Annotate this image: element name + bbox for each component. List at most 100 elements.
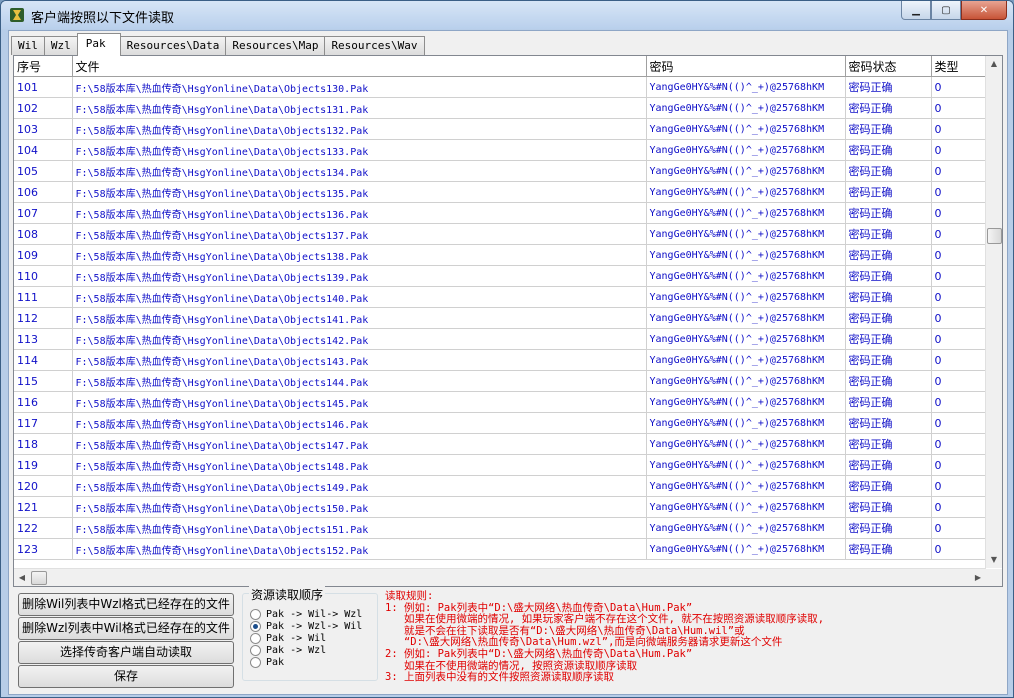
cell-file[interactable]: F:\58版本库\热血传奇\HsgYonline\Data\Objects142…: [72, 328, 647, 350]
horizontal-scroll-thumb[interactable]: [31, 571, 47, 585]
cell-type[interactable]: 0: [931, 181, 987, 203]
cell-file[interactable]: F:\58版本库\热血传奇\HsgYonline\Data\Objects134…: [72, 160, 647, 182]
table-row[interactable]: 114 F:\58版本库\热血传奇\HsgYonline\Data\Objects…: [14, 349, 987, 371]
cell-file[interactable]: F:\58版本库\热血传奇\HsgYonline\Data\Objects148…: [72, 454, 647, 476]
cell-password-status[interactable]: 密码正确: [845, 412, 932, 434]
cell-type[interactable]: 0: [931, 475, 987, 497]
cell-type[interactable]: 0: [931, 97, 987, 119]
cell-password-status[interactable]: 密码正确: [845, 97, 932, 119]
tab-wil[interactable]: Wil: [11, 36, 45, 55]
vertical-scroll-thumb[interactable]: [987, 228, 1002, 244]
cell-index[interactable]: 105: [14, 160, 73, 182]
cell-password-status[interactable]: 密码正确: [845, 454, 932, 476]
cell-file[interactable]: F:\58版本库\热血传奇\HsgYonline\Data\Objects147…: [72, 433, 647, 455]
cell-password-status[interactable]: 密码正确: [845, 370, 932, 392]
radio-selected-icon[interactable]: [250, 620, 261, 632]
cell-password-status[interactable]: 密码正确: [845, 433, 932, 455]
table-row[interactable]: 111 F:\58版本库\热血传奇\HsgYonline\Data\Objects…: [14, 286, 987, 308]
table-row[interactable]: 117 F:\58版本库\热血传奇\HsgYonline\Data\Objects…: [14, 412, 987, 434]
cell-password[interactable]: YangGe0HY&%#N(()^_+)@25768hKM: [646, 202, 846, 224]
cell-type[interactable]: 0: [931, 391, 987, 413]
table-row[interactable]: 110 F:\58版本库\热血传奇\HsgYonline\Data\Objects…: [14, 265, 987, 287]
cell-password[interactable]: YangGe0HY&%#N(()^_+)@25768hKM: [646, 307, 846, 329]
cell-type[interactable]: 0: [931, 496, 987, 518]
cell-index[interactable]: 109: [14, 244, 73, 266]
cell-password[interactable]: YangGe0HY&%#N(()^_+)@25768hKM: [646, 265, 846, 287]
cell-type[interactable]: 0: [931, 349, 987, 371]
radio-icon[interactable]: [250, 632, 261, 644]
cell-index[interactable]: 114: [14, 349, 73, 371]
select-client-auto-read-button[interactable]: 选择传奇客户端自动读取: [18, 641, 234, 664]
cell-type[interactable]: 0: [931, 538, 987, 560]
table-row[interactable]: 112 F:\58版本库\热血传奇\HsgYonline\Data\Objects…: [14, 307, 987, 329]
cell-password-status[interactable]: 密码正确: [845, 118, 932, 140]
cell-password[interactable]: YangGe0HY&%#N(()^_+)@25768hKM: [646, 496, 846, 518]
save-button[interactable]: 保存: [18, 665, 234, 688]
cell-file[interactable]: F:\58版本库\热血传奇\HsgYonline\Data\Objects144…: [72, 370, 647, 392]
cell-password[interactable]: YangGe0HY&%#N(()^_+)@25768hKM: [646, 223, 846, 245]
read-order-option-2[interactable]: Pak -> Wzl-> Wil: [250, 620, 362, 632]
vertical-scrollbar[interactable]: ▲ ▼: [985, 56, 1002, 568]
cell-type[interactable]: 0: [931, 517, 987, 539]
scroll-down-icon[interactable]: ▼: [986, 552, 1002, 568]
cell-type[interactable]: 0: [931, 244, 987, 266]
cell-password-status[interactable]: 密码正确: [845, 286, 932, 308]
scroll-right-icon[interactable]: ▶: [970, 569, 986, 586]
cell-password-status[interactable]: 密码正确: [845, 76, 932, 98]
cell-password[interactable]: YangGe0HY&%#N(()^_+)@25768hKM: [646, 391, 846, 413]
cell-password[interactable]: YangGe0HY&%#N(()^_+)@25768hKM: [646, 433, 846, 455]
cell-file[interactable]: F:\58版本库\热血传奇\HsgYonline\Data\Objects150…: [72, 496, 647, 518]
horizontal-scrollbar[interactable]: ◀ ▶: [14, 568, 986, 586]
table-row[interactable]: 123 F:\58版本库\热血传奇\HsgYonline\Data\Objects…: [14, 538, 987, 560]
cell-password[interactable]: YangGe0HY&%#N(()^_+)@25768hKM: [646, 286, 846, 308]
cell-file[interactable]: F:\58版本库\热血传奇\HsgYonline\Data\Objects141…: [72, 307, 647, 329]
cell-file[interactable]: F:\58版本库\热血传奇\HsgYonline\Data\Objects146…: [72, 412, 647, 434]
cell-type[interactable]: 0: [931, 433, 987, 455]
radio-icon[interactable]: [250, 608, 261, 620]
read-order-option-4[interactable]: Pak -> Wzl: [250, 644, 326, 656]
cell-file[interactable]: F:\58版本库\热血传奇\HsgYonline\Data\Objects138…: [72, 244, 647, 266]
cell-file[interactable]: F:\58版本库\热血传奇\HsgYonline\Data\Objects151…: [72, 517, 647, 539]
delete-wil-duplicates-button[interactable]: 删除Wil列表中Wzl格式已经存在的文件: [18, 593, 234, 616]
cell-type[interactable]: 0: [931, 223, 987, 245]
cell-index[interactable]: 103: [14, 118, 73, 140]
tab-pak[interactable]: Pak: [76, 33, 121, 56]
table-row[interactable]: 109 F:\58版本库\热血传奇\HsgYonline\Data\Objects…: [14, 244, 987, 266]
cell-index[interactable]: 107: [14, 202, 73, 224]
read-order-option-1[interactable]: Pak -> Wil-> Wzl: [250, 608, 362, 620]
cell-password-status[interactable]: 密码正确: [845, 265, 932, 287]
tab-resources-map[interactable]: Resources\Map: [225, 36, 326, 55]
cell-password-status[interactable]: 密码正确: [845, 139, 932, 161]
cell-type[interactable]: 0: [931, 286, 987, 308]
cell-file[interactable]: F:\58版本库\热血传奇\HsgYonline\Data\Objects139…: [72, 265, 647, 287]
cell-index[interactable]: 122: [14, 517, 73, 539]
table-row[interactable]: 119 F:\58版本库\热血传奇\HsgYonline\Data\Objects…: [14, 454, 987, 476]
tab-resources-wav[interactable]: Resources\Wav: [324, 36, 425, 55]
cell-index[interactable]: 102: [14, 97, 73, 119]
cell-file[interactable]: F:\58版本库\热血传奇\HsgYonline\Data\Objects149…: [72, 475, 647, 497]
read-order-option-3[interactable]: Pak -> Wil: [250, 632, 326, 644]
cell-password[interactable]: YangGe0HY&%#N(()^_+)@25768hKM: [646, 160, 846, 182]
read-order-option-5[interactable]: Pak: [250, 656, 284, 668]
delete-wzl-duplicates-button[interactable]: 删除Wzl列表中Wil格式已经存在的文件: [18, 617, 234, 640]
table-row[interactable]: 113 F:\58版本库\热血传奇\HsgYonline\Data\Objects…: [14, 328, 987, 350]
cell-index[interactable]: 111: [14, 286, 73, 308]
column-header-type[interactable]: 类型: [931, 56, 987, 77]
cell-index[interactable]: 117: [14, 412, 73, 434]
cell-password[interactable]: YangGe0HY&%#N(()^_+)@25768hKM: [646, 412, 846, 434]
cell-password-status[interactable]: 密码正确: [845, 538, 932, 560]
cell-index[interactable]: 120: [14, 475, 73, 497]
cell-password-status[interactable]: 密码正确: [845, 349, 932, 371]
table-row[interactable]: 118 F:\58版本库\热血传奇\HsgYonline\Data\Objects…: [14, 433, 987, 455]
cell-index[interactable]: 115: [14, 370, 73, 392]
tab-wzl[interactable]: Wzl: [43, 36, 78, 55]
table-row[interactable]: 101 F:\58版本库\热血传奇\HsgYonline\Data\Objects…: [14, 76, 987, 98]
cell-type[interactable]: 0: [931, 412, 987, 434]
cell-file[interactable]: F:\58版本库\热血传奇\HsgYonline\Data\Objects135…: [72, 181, 647, 203]
table-row[interactable]: 105 F:\58版本库\热血传奇\HsgYonline\Data\Objects…: [14, 160, 987, 182]
cell-index[interactable]: 101: [14, 76, 73, 98]
scroll-up-icon[interactable]: ▲: [986, 56, 1002, 72]
table-row[interactable]: 108 F:\58版本库\热血传奇\HsgYonline\Data\Objects…: [14, 223, 987, 245]
cell-password[interactable]: YangGe0HY&%#N(()^_+)@25768hKM: [646, 349, 846, 371]
cell-password[interactable]: YangGe0HY&%#N(()^_+)@25768hKM: [646, 139, 846, 161]
